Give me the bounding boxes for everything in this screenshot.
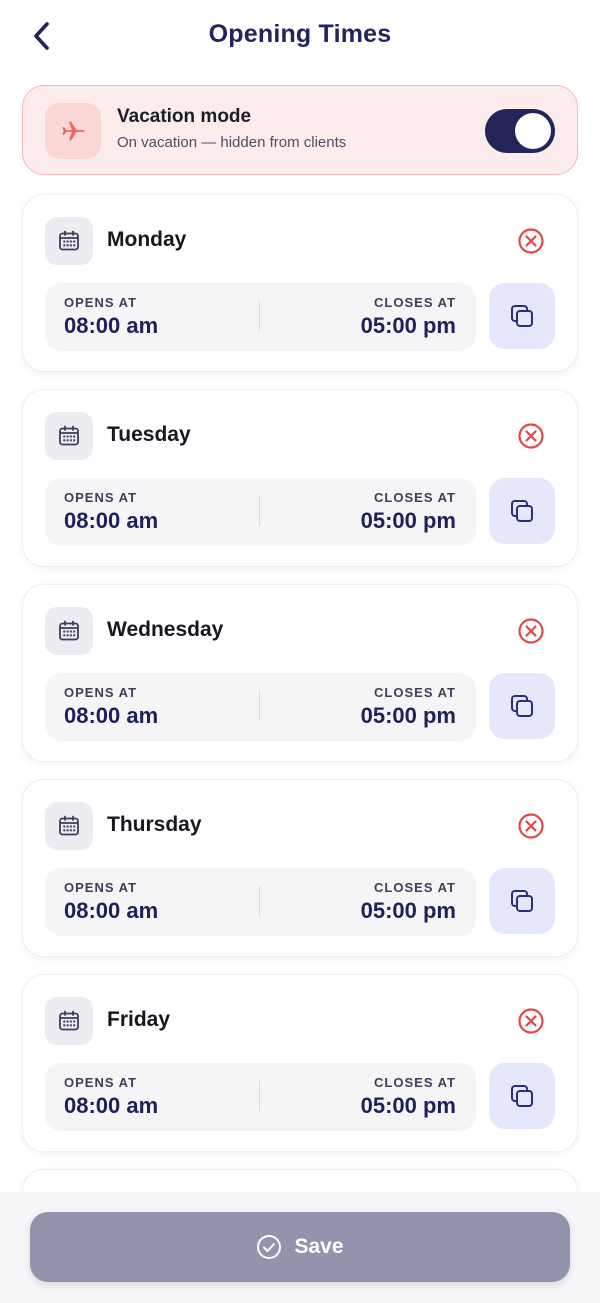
calendar-tile — [45, 412, 93, 460]
calendar-icon — [59, 425, 79, 446]
save-label: Save — [294, 1235, 344, 1258]
check-circle-icon — [257, 1235, 282, 1259]
airplane-icon — [62, 121, 85, 141]
copy-icon — [511, 305, 533, 327]
calendar-icon — [59, 1010, 79, 1031]
copy-hours-button[interactable] — [489, 283, 555, 349]
vacation-title: Vacation mode — [117, 106, 252, 127]
copy-icon — [511, 500, 533, 522]
closes-time[interactable]: 05:00 pm — [361, 898, 456, 924]
time-range[interactable]: OPENS AT 08:00 am CLOSES AT 05:00 pm — [45, 478, 476, 546]
copy-hours-button[interactable] — [489, 673, 555, 739]
calendar-tile — [45, 607, 93, 655]
remove-circle-icon — [518, 423, 544, 449]
vacation-toggle[interactable] — [485, 109, 555, 153]
remove-day-button[interactable] — [517, 1007, 545, 1035]
time-range[interactable]: OPENS AT 08:00 am CLOSES AT 05:00 pm — [45, 673, 476, 741]
closes-time[interactable]: 05:00 pm — [361, 1093, 456, 1119]
vacation-mode-card: Vacation mode On vacation — hidden from … — [22, 85, 578, 175]
day-name: Tuesday — [107, 423, 191, 446]
footer-bar: Save — [0, 1192, 600, 1303]
copy-hours-button[interactable] — [489, 478, 555, 544]
calendar-tile — [45, 217, 93, 265]
remove-day-button[interactable] — [517, 422, 545, 450]
calendar-icon — [59, 230, 79, 251]
remove-day-button[interactable] — [517, 812, 545, 840]
time-divider — [259, 496, 260, 526]
copy-icon — [511, 890, 533, 912]
calendar-tile — [45, 802, 93, 850]
remove-day-button[interactable] — [517, 617, 545, 645]
time-range[interactable]: OPENS AT 08:00 am CLOSES AT 05:00 pm — [45, 283, 476, 351]
closes-time[interactable]: 05:00 pm — [361, 703, 456, 729]
remove-day-button[interactable] — [517, 227, 545, 255]
time-range[interactable]: OPENS AT 08:00 am CLOSES AT 05:00 pm — [45, 868, 476, 936]
day-name: Wednesday — [107, 618, 224, 641]
day-card-next — [22, 1169, 578, 1192]
time-divider — [259, 1081, 260, 1111]
time-divider — [259, 301, 260, 331]
day-name: Thursday — [107, 813, 202, 836]
remove-circle-icon — [518, 618, 544, 644]
closes-label: CLOSES AT — [374, 1075, 456, 1090]
copy-hours-button[interactable] — [489, 1063, 555, 1129]
opens-label: OPENS AT — [64, 880, 138, 895]
closes-time[interactable]: 05:00 pm — [361, 313, 456, 339]
time-divider — [259, 691, 260, 721]
copy-hours-button[interactable] — [489, 868, 555, 934]
opens-time[interactable]: 08:00 am — [64, 898, 158, 924]
app-header: Opening Times — [0, 0, 600, 72]
copy-icon — [511, 695, 533, 717]
day-card-wednesday: Wednesday OPENS AT 08:00 am CLOSES AT 05:00 … — [22, 584, 578, 762]
closes-label: CLOSES AT — [374, 880, 456, 895]
toggle-knob — [515, 113, 551, 149]
calendar-tile — [45, 997, 93, 1045]
time-range[interactable]: OPENS AT 08:00 am CLOSES AT 05:00 pm — [45, 1063, 476, 1131]
remove-circle-icon — [518, 1008, 544, 1034]
day-card-monday: Monday OPENS AT 08:00 am CLOSES AT 05:00 pm — [22, 194, 578, 372]
calendar-icon — [59, 620, 79, 641]
opening-times-list[interactable]: Vacation mode On vacation — hidden from … — [0, 72, 600, 1192]
day-name: Monday — [107, 228, 187, 251]
opens-time[interactable]: 08:00 am — [64, 703, 158, 729]
copy-icon — [511, 1085, 533, 1107]
opens-label: OPENS AT — [64, 685, 138, 700]
closes-label: CLOSES AT — [374, 490, 456, 505]
day-card-tuesday: Tuesday OPENS AT 08:00 am CLOSES AT 05:00 pm — [22, 389, 578, 567]
closes-label: CLOSES AT — [374, 295, 456, 310]
day-card-thursday: Thursday OPENS AT 08:00 am CLOSES AT 05:00 p… — [22, 779, 578, 957]
vacation-icon-tile — [45, 103, 101, 159]
time-divider — [259, 886, 260, 916]
page-title: Opening Times — [208, 20, 392, 48]
remove-circle-icon — [518, 813, 544, 839]
opens-time[interactable]: 08:00 am — [64, 1093, 158, 1119]
save-button[interactable]: Save — [30, 1212, 570, 1282]
calendar-icon — [59, 815, 79, 836]
opens-label: OPENS AT — [64, 1075, 138, 1090]
vacation-subtitle: On vacation — hidden from clients — [117, 134, 347, 151]
day-card-friday: Friday OPENS AT 08:00 am CLOSES AT 05:00 pm — [22, 974, 578, 1152]
opens-label: OPENS AT — [64, 490, 138, 505]
closes-time[interactable]: 05:00 pm — [361, 508, 456, 534]
opens-time[interactable]: 08:00 am — [64, 508, 158, 534]
remove-circle-icon — [518, 228, 544, 254]
opens-time[interactable]: 08:00 am — [64, 313, 158, 339]
closes-label: CLOSES AT — [374, 685, 456, 700]
day-name: Friday — [107, 1008, 171, 1031]
opens-label: OPENS AT — [64, 295, 138, 310]
